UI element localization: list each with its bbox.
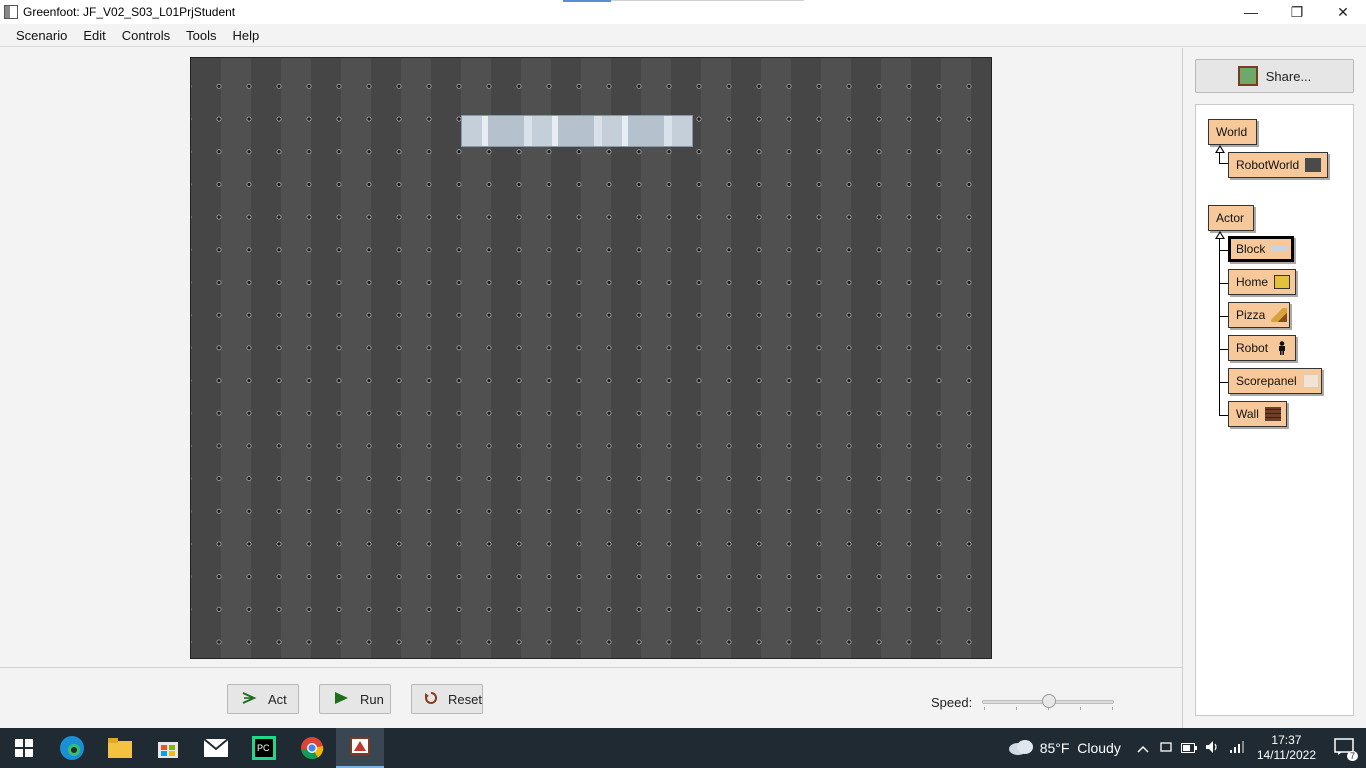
class-diagram-panel: World RobotWorld Actor Block Home Pizza … (1195, 104, 1354, 716)
minimize-button[interactable]: — (1228, 0, 1274, 24)
reset-button[interactable]: Reset (411, 684, 483, 714)
svg-text:PC: PC (257, 743, 270, 753)
slider-tick (1080, 707, 1081, 710)
block-actor[interactable] (461, 115, 693, 147)
play-icon (332, 691, 350, 708)
share-label: Share... (1265, 68, 1312, 84)
class-world[interactable]: World (1208, 119, 1257, 145)
microsoft-store-icon[interactable] (144, 728, 192, 768)
robot-thumbnail-icon (1274, 341, 1290, 355)
robotworld-thumbnail-icon (1305, 158, 1322, 172)
menu-help[interactable]: Help (225, 28, 268, 43)
menu-scenario[interactable]: Scenario (8, 28, 75, 43)
act-icon (240, 691, 258, 708)
panel-divider (1182, 48, 1183, 728)
home-thumbnail-icon (1274, 275, 1291, 289)
menu-controls[interactable]: Controls (114, 28, 178, 43)
run-button[interactable]: Run (319, 684, 391, 714)
mail-icon[interactable] (192, 728, 240, 768)
class-robot[interactable]: Robot (1228, 335, 1296, 361)
chevron-up-icon[interactable] (1137, 740, 1149, 756)
windows-taskbar: PC 85°F Cloudy 17:37 14/11/2022 7 (0, 728, 1366, 768)
tree-line (1219, 283, 1228, 284)
tree-line (1219, 382, 1228, 383)
tree-line (1219, 250, 1228, 251)
speed-slider-thumb[interactable] (1042, 694, 1056, 708)
battery-icon[interactable] (1180, 740, 1197, 756)
clock[interactable]: 17:37 14/11/2022 (1257, 733, 1316, 763)
wall-thumbnail-icon (1264, 407, 1281, 421)
notification-count: 7 (1346, 750, 1358, 761)
reset-icon (424, 691, 438, 708)
slider-tick (1112, 707, 1113, 710)
file-explorer-icon[interactable] (96, 728, 144, 768)
tree-line (1219, 153, 1220, 163)
tree-line (1219, 349, 1228, 350)
slider-tick (984, 707, 985, 710)
run-label: Run (360, 691, 384, 707)
easel-icon (1237, 66, 1258, 86)
class-wall-label: Wall (1236, 407, 1259, 421)
menu-edit[interactable]: Edit (75, 28, 113, 43)
class-robot-label: Robot (1236, 341, 1269, 355)
tab-indicator (563, 0, 611, 2)
start-button[interactable] (0, 728, 48, 768)
class-actor[interactable]: Actor (1208, 205, 1254, 231)
class-block[interactable]: Block (1228, 236, 1294, 262)
class-scorepanel-label: Scorepanel (1236, 374, 1297, 388)
inheritance-arrow (1215, 145, 1225, 153)
pycharm-icon[interactable]: PC (240, 728, 288, 768)
class-pizza-label: Pizza (1236, 308, 1266, 322)
clock-time: 17:37 (1271, 733, 1302, 747)
class-world-label: World (1216, 125, 1248, 139)
volume-icon[interactable] (1205, 740, 1221, 757)
weather-cloud-icon[interactable] (1008, 739, 1034, 758)
clock-date: 14/11/2022 (1256, 748, 1316, 762)
class-actor-label: Actor (1216, 211, 1245, 225)
class-wall[interactable]: Wall (1228, 401, 1287, 427)
tab-indicator-track (611, 0, 804, 1)
class-home-label: Home (1236, 275, 1269, 289)
window-title: Greenfoot: JF_V02_S03_L01PrjStudent (23, 5, 236, 19)
weather-text[interactable]: 85°F Cloudy (1040, 740, 1121, 756)
act-button[interactable]: Act (227, 684, 299, 714)
class-robotworld-label: RobotWorld (1236, 158, 1300, 172)
pizza-thumbnail-icon (1271, 308, 1288, 322)
meet-now-icon[interactable] (1159, 740, 1173, 757)
menu-bar: Scenario Edit Controls Tools Help (0, 24, 1366, 47)
menu-tools[interactable]: Tools (178, 28, 224, 43)
speed-label: Speed: (931, 695, 973, 710)
act-label: Act (268, 691, 287, 707)
tree-line (1219, 163, 1228, 164)
title-bar: Greenfoot: JF_V02_S03_L01PrjStudent — ❐ … (0, 0, 1366, 24)
edge-browser-icon[interactable] (48, 728, 96, 768)
class-scorepanel[interactable]: Scorepanel (1228, 368, 1322, 394)
tree-line (1219, 239, 1220, 416)
tree-line (1219, 415, 1228, 416)
block-thumbnail-icon (1271, 246, 1288, 252)
greenfoot-taskbar-icon[interactable] (336, 728, 384, 768)
inheritance-arrow (1215, 231, 1225, 239)
maximize-button[interactable]: ❐ (1274, 0, 1320, 24)
share-button[interactable]: Share... (1195, 59, 1354, 93)
tree-line (1219, 316, 1228, 317)
class-block-label: Block (1236, 242, 1266, 256)
close-button[interactable]: ✕ (1320, 0, 1366, 24)
network-icon[interactable] (1229, 740, 1245, 757)
greenfoot-app-icon (4, 5, 18, 19)
class-robotworld[interactable]: RobotWorld (1228, 152, 1328, 178)
class-pizza[interactable]: Pizza (1228, 302, 1290, 328)
chrome-icon[interactable] (288, 728, 336, 768)
notifications-icon[interactable]: 7 (1334, 737, 1358, 761)
reset-label: Reset (448, 691, 482, 707)
scorepanel-thumbnail-icon (1302, 374, 1319, 388)
slider-tick (1016, 707, 1017, 710)
class-home[interactable]: Home (1228, 269, 1296, 295)
system-tray: 85°F Cloudy 17:37 14/11/2022 7 (1008, 728, 1366, 768)
speed-slider[interactable] (982, 694, 1114, 710)
world-canvas[interactable] (190, 57, 992, 659)
